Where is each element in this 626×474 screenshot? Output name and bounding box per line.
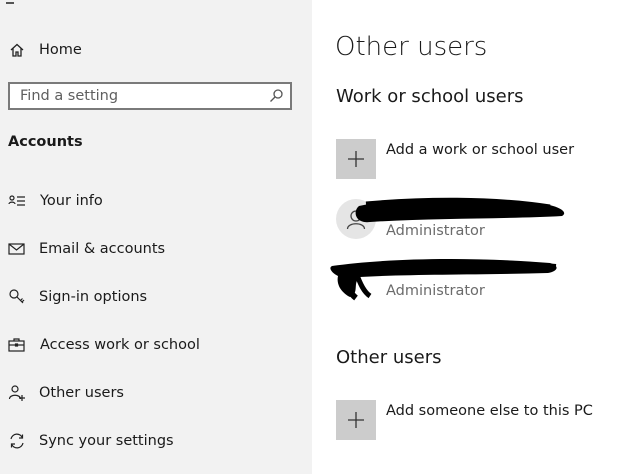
- user-entry[interactable]: Administrator: [336, 259, 626, 303]
- person-add-icon: [8, 384, 26, 402]
- section-title-accounts: Accounts: [8, 134, 83, 150]
- envelope-icon: [8, 240, 26, 258]
- person-card-icon: [8, 192, 26, 210]
- sidebar-item-your-info[interactable]: Your info: [0, 185, 312, 217]
- add-work-school-user-button[interactable]: Add a work or school user: [336, 139, 626, 179]
- briefcase-icon: [8, 336, 26, 354]
- key-icon: [8, 288, 26, 306]
- plus-icon: [336, 400, 376, 440]
- home-icon: [8, 41, 26, 59]
- sidebar-item-access-work-school[interactable]: Access work or school: [0, 329, 312, 361]
- sidebar-item-sign-in-options[interactable]: Sign-in options: [0, 281, 312, 313]
- add-someone-else-button[interactable]: Add someone else to this PC: [336, 400, 626, 440]
- search-box[interactable]: [8, 82, 292, 110]
- plus-icon: [336, 139, 376, 179]
- sidebar-item-label: Other users: [39, 385, 124, 401]
- sidebar-item-label: Access work or school: [40, 337, 200, 353]
- sidebar-item-label: Sync your settings: [39, 433, 174, 449]
- user-role: Administrator: [386, 283, 485, 299]
- sidebar-item-label: Sign-in options: [39, 289, 148, 305]
- work-school-heading: Work or school users: [336, 86, 524, 107]
- sync-icon: [8, 432, 26, 450]
- user-role: Administrator: [386, 223, 485, 239]
- add-work-school-user-label: Add a work or school user: [386, 142, 575, 158]
- search-icon[interactable]: [268, 88, 284, 104]
- add-someone-else-label: Add someone else to this PC: [386, 403, 593, 419]
- main-content: Other users Work or school users Add a w…: [312, 0, 626, 474]
- nav-home[interactable]: Home: [0, 34, 312, 66]
- search-input[interactable]: [20, 84, 260, 108]
- sidebar-item-other-users[interactable]: Other users: [0, 377, 312, 409]
- user-entry[interactable]: Administrator: [336, 199, 626, 243]
- other-users-heading: Other users: [336, 347, 442, 368]
- back-arrow-fragment: [6, 0, 14, 4]
- sidebar-item-sync-settings[interactable]: Sync your settings: [0, 425, 312, 457]
- user-avatar-icon: [336, 199, 376, 239]
- sidebar-item-email-accounts[interactable]: Email & accounts: [0, 233, 312, 265]
- nav-home-label: Home: [39, 42, 82, 58]
- sidebar-item-label: Your info: [40, 193, 103, 209]
- sidebar-item-label: Email & accounts: [39, 241, 166, 257]
- page-title: Other users: [335, 32, 488, 62]
- settings-window: Home Accounts Your info: [0, 0, 626, 474]
- sidebar: Home Accounts Your info: [0, 0, 312, 474]
